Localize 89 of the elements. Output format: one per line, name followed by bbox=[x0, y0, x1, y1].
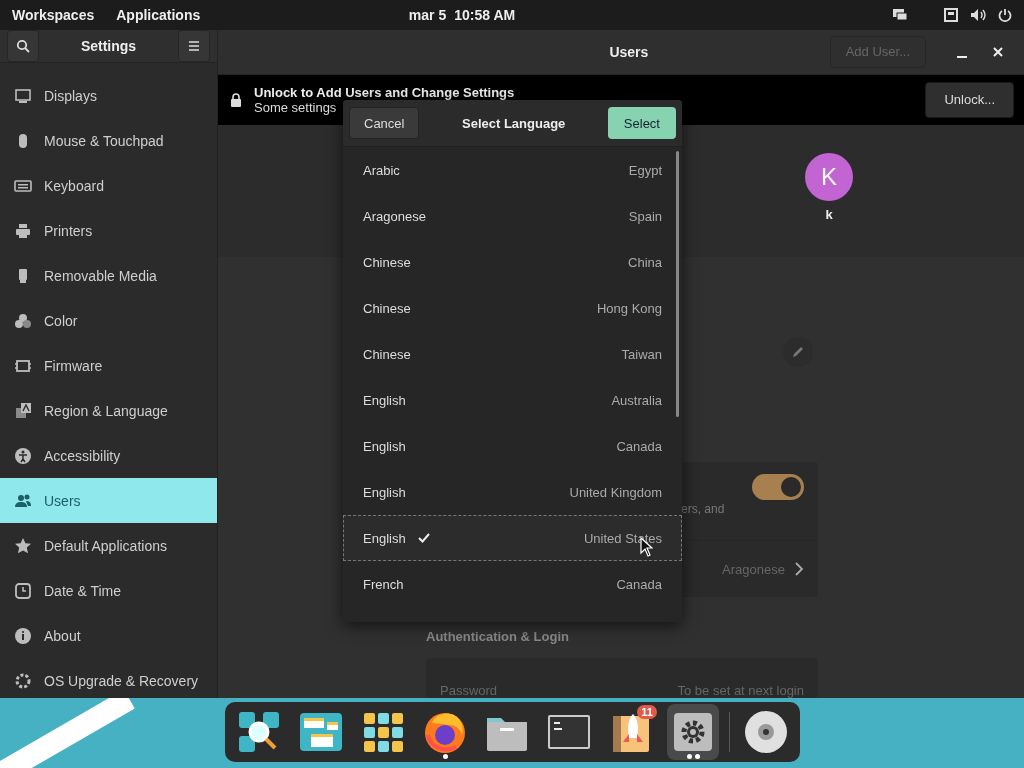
windows-icon[interactable] bbox=[299, 710, 343, 754]
sidebar-item[interactable]: Date & Time bbox=[0, 568, 217, 613]
color-circles-icon bbox=[14, 311, 32, 330]
description-text: ers, and bbox=[681, 502, 725, 516]
disc-icon[interactable] bbox=[743, 709, 789, 755]
language-name: Arabic bbox=[363, 162, 400, 178]
language-name: Chinese bbox=[363, 346, 411, 362]
language-name: English bbox=[363, 438, 406, 454]
search-icon bbox=[16, 39, 30, 53]
infobar-subtitle: Some settings bbox=[254, 99, 338, 115]
lock-icon bbox=[230, 92, 242, 107]
scrollbar[interactable] bbox=[676, 151, 679, 417]
menu-button[interactable] bbox=[178, 30, 210, 62]
close-icon bbox=[992, 45, 1004, 58]
sidebar-item[interactable]: About bbox=[0, 613, 217, 658]
sidebar-item[interactable]: Users bbox=[0, 478, 217, 523]
language-row[interactable]: Arabic Egypt bbox=[343, 147, 682, 193]
sidebar-item[interactable]: Printers bbox=[0, 208, 217, 253]
applications-menu[interactable]: Applications bbox=[116, 7, 201, 23]
infobar-title: Unlock to Add Users and Change Settings bbox=[254, 84, 516, 100]
language-name: English bbox=[363, 530, 406, 546]
language-row[interactable]: English Australia bbox=[343, 377, 682, 423]
sidebar-item[interactable]: Keyboard bbox=[0, 163, 217, 208]
language-name: French bbox=[363, 576, 404, 592]
region-name: China bbox=[628, 254, 662, 270]
checkmark-icon bbox=[417, 533, 430, 543]
region-name: Spain bbox=[628, 208, 662, 224]
app-grid-icon[interactable] bbox=[361, 710, 405, 754]
notification-icon[interactable] bbox=[944, 8, 958, 22]
menu-icon bbox=[188, 41, 200, 51]
display-icon[interactable] bbox=[892, 8, 908, 22]
region-name: Egypt bbox=[628, 162, 662, 178]
region-name: Canada bbox=[616, 438, 662, 454]
language-row[interactable]: Aragonese Spain bbox=[343, 193, 682, 239]
cancel-button[interactable]: Cancel bbox=[349, 107, 420, 139]
sidebar-item[interactable]: Color bbox=[0, 298, 217, 343]
display-icon bbox=[14, 86, 32, 105]
language-row[interactable]: French Canada bbox=[343, 561, 682, 607]
time-text[interactable]: 10:58 AM bbox=[454, 7, 516, 23]
language-row[interactable]: English United Kingdom bbox=[343, 469, 682, 515]
language-row[interactable]: Chinese Hong Kong bbox=[343, 285, 682, 331]
minimize-icon bbox=[957, 55, 967, 58]
sidebar-item[interactable]: Displays bbox=[0, 73, 217, 118]
language-row[interactable]: Chinese China bbox=[343, 239, 682, 285]
region-name: Australia bbox=[611, 392, 662, 408]
printer-icon bbox=[14, 221, 32, 240]
sidebar-item[interactable]: Firmware bbox=[0, 343, 217, 388]
region-name: Hong Kong bbox=[596, 300, 662, 316]
window-title: Users bbox=[608, 43, 650, 60]
sidebar-title: Settings bbox=[80, 38, 137, 54]
sidebar-item[interactable]: Mouse & Touchpad bbox=[0, 118, 217, 163]
section-heading: Authentication & Login bbox=[426, 629, 570, 644]
magnifier-tiles-icon[interactable] bbox=[237, 710, 281, 754]
notification-badge: 11 bbox=[637, 705, 657, 719]
language-icon bbox=[14, 401, 32, 420]
language-name: English bbox=[363, 392, 406, 408]
language-name: Chinese bbox=[363, 254, 411, 270]
region-name: United Kingdom bbox=[569, 484, 662, 500]
search-button[interactable] bbox=[7, 30, 39, 62]
accessibility-icon bbox=[14, 446, 32, 465]
language-name: English bbox=[363, 484, 406, 500]
sidebar-item[interactable]: Removable Media bbox=[0, 253, 217, 298]
region-name: Taiwan bbox=[621, 346, 662, 362]
language-row[interactable]: English Canada bbox=[343, 423, 682, 469]
chevron-right-icon[interactable] bbox=[795, 562, 804, 576]
date-text[interactable]: mar 5 bbox=[408, 7, 447, 23]
gear-icon bbox=[14, 671, 32, 690]
toggle-switch[interactable] bbox=[752, 474, 804, 500]
star-icon bbox=[14, 536, 32, 555]
edit-button[interactable] bbox=[783, 337, 813, 367]
region-name: Canada bbox=[616, 576, 662, 592]
info-icon bbox=[14, 626, 32, 645]
language-row[interactable]: Chinese Taiwan bbox=[343, 331, 682, 377]
power-icon[interactable] bbox=[998, 8, 1012, 22]
clock-icon bbox=[14, 581, 32, 600]
dialog-title: Select Language bbox=[462, 115, 566, 131]
sidebar-item[interactable]: Default Applications bbox=[0, 523, 217, 568]
sidebar-item[interactable]: OS Upgrade & Recovery bbox=[0, 658, 217, 698]
sidebar-item[interactable]: Region & Language bbox=[0, 388, 217, 433]
pencil-icon bbox=[791, 345, 805, 359]
language-name: Aragonese bbox=[363, 208, 426, 224]
unlock-button[interactable]: Unlock... bbox=[925, 81, 1014, 118]
language-name: Chinese bbox=[363, 300, 411, 316]
select-button[interactable]: Select bbox=[607, 107, 676, 139]
volume-icon[interactable] bbox=[970, 8, 986, 22]
sidebar-item[interactable]: Accessibility bbox=[0, 433, 217, 478]
user-name: k bbox=[825, 207, 833, 222]
workspaces-menu[interactable]: Workspaces bbox=[12, 7, 95, 23]
gear-icon[interactable] bbox=[671, 710, 715, 754]
